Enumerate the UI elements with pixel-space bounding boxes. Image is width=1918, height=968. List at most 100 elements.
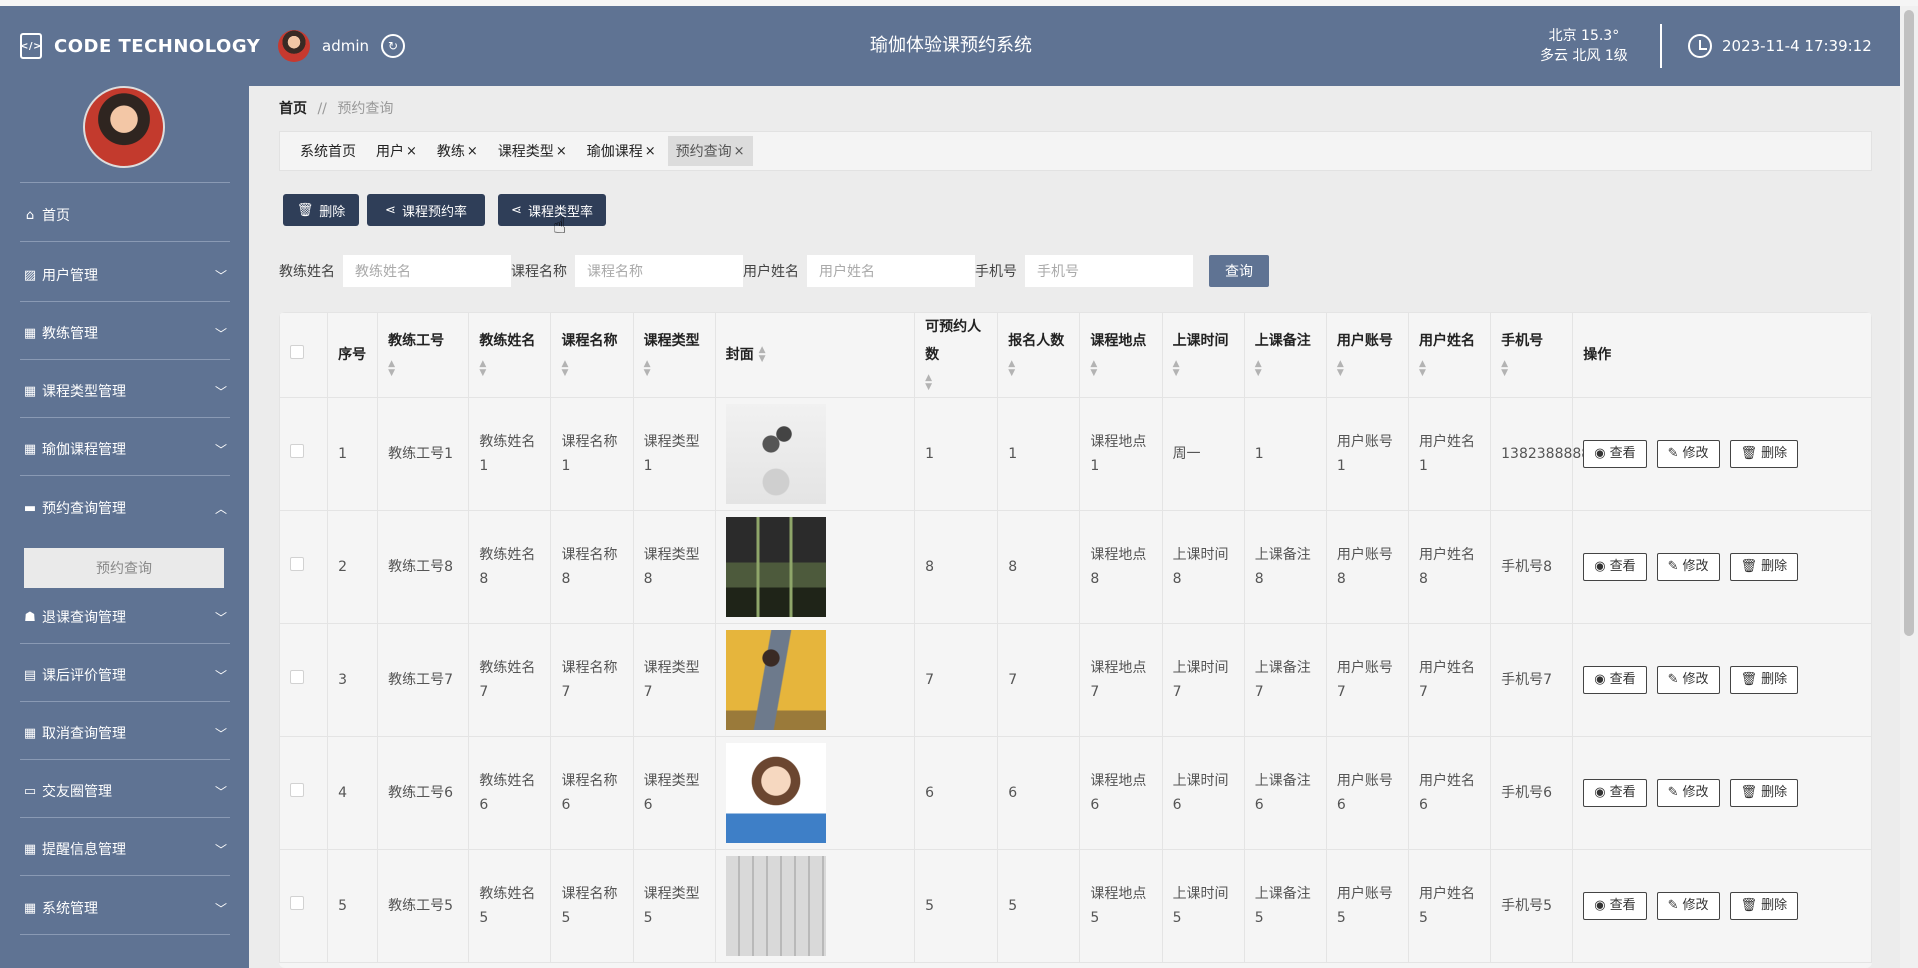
phone-input[interactable]: 手机号	[1025, 255, 1193, 287]
sort-icon[interactable]: ▲ ▼	[644, 360, 651, 378]
edit-button[interactable]: ✎ 修改	[1656, 553, 1720, 581]
sort-icon[interactable]: ▲ ▼	[1501, 360, 1508, 378]
cell-capacity: 1	[914, 397, 999, 511]
sort-icon[interactable]: ▲ ▼	[1337, 360, 1344, 378]
sidebar-item-withdrawals[interactable]: ☗ 退课查询管理 ﹀	[0, 597, 249, 637]
sidebar-item-social[interactable]: ▭ 交友圈管理 ﹀	[0, 771, 249, 811]
tab-course-types[interactable]: 课程类型 ×	[490, 136, 575, 166]
close-icon[interactable]: ×	[467, 144, 478, 159]
close-icon[interactable]: ×	[556, 144, 567, 159]
header-course-type[interactable]: 课程类型 ▲ ▼	[632, 312, 716, 398]
row-checkbox[interactable]	[290, 557, 304, 571]
close-icon[interactable]: ×	[645, 144, 656, 159]
row-checkbox[interactable]	[290, 783, 304, 797]
header-location[interactable]: 课程地点 ▲ ▼	[1079, 312, 1163, 398]
header-note[interactable]: 上课备注 ▲ ▼	[1243, 312, 1327, 398]
row-delete-button[interactable]: 🗑 删除	[1729, 892, 1799, 920]
header-time[interactable]: 上课时间 ▲ ▼	[1161, 312, 1245, 398]
datetime: 2023-11-4 17:39:12	[1722, 37, 1872, 55]
view-button[interactable]: ◉ 查看	[1583, 892, 1647, 920]
header-user-name[interactable]: 用户姓名 ▲ ▼	[1407, 312, 1492, 398]
row-delete-button[interactable]: 🗑 删除	[1729, 553, 1799, 581]
sidebar-item-reminders[interactable]: ▦ 提醒信息管理 ﹀	[0, 829, 249, 869]
tab-coaches[interactable]: 教练 ×	[429, 136, 486, 166]
header-phone[interactable]: 手机号 ▲ ▼	[1490, 312, 1574, 398]
row-actions: ◉ 查看 ✎ 修改 🗑 删除	[1583, 440, 1861, 468]
weather-line-1: 北京 15.3°	[1548, 28, 1620, 44]
sidebar-item-cancellations[interactable]: ▦ 取消查询管理 ﹀	[0, 713, 249, 753]
row-checkbox[interactable]	[290, 444, 304, 458]
cell-location: 课程地点1	[1079, 397, 1163, 511]
view-button[interactable]: ◉ 查看	[1583, 779, 1647, 807]
tab-users[interactable]: 用户 ×	[368, 136, 425, 166]
tab-yoga-courses[interactable]: 瑜伽课程 ×	[579, 136, 664, 166]
header-cover[interactable]: 封面 ▲ ▼	[714, 312, 916, 398]
header-coach-name[interactable]: 教练姓名 ▲ ▼	[468, 312, 552, 398]
sidebar-item-bookings[interactable]: ▬ 预约查询管理 ︿	[0, 488, 249, 528]
row-delete-button[interactable]: 🗑 删除	[1729, 666, 1799, 694]
sidebar-subitem-booking-query[interactable]: 预约查询	[24, 548, 224, 588]
search-button[interactable]: 查询	[1209, 255, 1269, 287]
view-button[interactable]: ◉ 查看	[1583, 666, 1647, 694]
edit-button[interactable]: ✎ 修改	[1656, 892, 1720, 920]
avatar[interactable]	[278, 30, 310, 62]
coach-name-input[interactable]: 教练姓名	[343, 255, 511, 287]
share-icon: ⋖	[511, 202, 522, 218]
username[interactable]: admin	[322, 37, 369, 55]
sort-icon[interactable]: ▲ ▼	[561, 360, 568, 378]
course-name-input[interactable]: 课程名称	[575, 255, 743, 287]
header-coach-id[interactable]: 教练工号 ▲ ▼	[377, 312, 470, 398]
sidebar-item-yoga-courses[interactable]: ▦ 瑜伽课程管理 ﹀	[0, 429, 249, 469]
weather-line-2: 多云 北风 1级	[1540, 48, 1628, 64]
header-capacity[interactable]: 可预约人数 ▲ ▼	[914, 312, 999, 398]
breadcrumb-home[interactable]: 首页	[279, 101, 307, 117]
cell-ops: ◉ 查看 ✎ 修改 🗑 删除	[1572, 510, 1872, 624]
row-delete-button[interactable]: 🗑 删除	[1729, 779, 1799, 807]
view-button[interactable]: ◉ 查看	[1583, 440, 1647, 468]
select-all-checkbox[interactable]	[290, 345, 304, 359]
cell-user-name: 用户姓名8	[1407, 510, 1492, 624]
edit-button[interactable]: ✎ 修改	[1656, 666, 1720, 694]
sort-icon[interactable]: ▲ ▼	[1090, 360, 1097, 378]
edit-label: 修改	[1682, 446, 1709, 461]
user-info[interactable]: admin ↻	[278, 6, 405, 86]
sidebar-item-system[interactable]: ▦ 系统管理 ﹀	[0, 888, 249, 928]
row-checkbox[interactable]	[290, 896, 304, 910]
header-course-name[interactable]: 课程名称 ▲ ▼	[550, 312, 634, 398]
sidebar-item-reviews[interactable]: ▤ 课后评价管理 ﹀	[0, 655, 249, 695]
sort-icon[interactable]: ▲ ▼	[1173, 360, 1180, 378]
header-account[interactable]: 用户账号 ▲ ▼	[1325, 312, 1409, 398]
tab-booking-query[interactable]: 预约查询 ×	[667, 136, 753, 166]
row-checkbox[interactable]	[290, 670, 304, 684]
close-icon[interactable]: ×	[734, 144, 745, 159]
sort-icon[interactable]: ▲ ▼	[479, 360, 486, 378]
page-scrollbar[interactable]	[1900, 6, 1918, 968]
sort-icon[interactable]: ▲ ▼	[388, 360, 395, 378]
delete-button[interactable]: 🗑 删除	[283, 194, 359, 226]
sidebar-item-users[interactable]: ▨ 用户管理 ﹀	[0, 255, 249, 295]
sort-icon[interactable]: ▲ ▼	[925, 374, 932, 392]
scrollbar-thumb[interactable]	[1904, 10, 1914, 636]
tab-home[interactable]: 系统首页	[292, 136, 364, 166]
sort-icon[interactable]: ▲ ▼	[1008, 360, 1015, 378]
type-rate-button[interactable]: ⋖ 课程类型率	[498, 194, 606, 226]
edit-button[interactable]: ✎ 修改	[1656, 440, 1720, 468]
thumb-icon: ☗	[24, 609, 36, 625]
edit-button[interactable]: ✎ 修改	[1656, 779, 1720, 807]
sidebar-item-home[interactable]: ⌂ 首页	[0, 195, 249, 235]
row-delete-button[interactable]: 🗑 删除	[1729, 440, 1799, 468]
sort-icon[interactable]: ▲ ▼	[1255, 360, 1262, 378]
header-signed[interactable]: 报名人数 ▲ ▼	[997, 312, 1081, 398]
user-name-input[interactable]: 用户姓名	[807, 255, 975, 287]
sidebar-item-coaches[interactable]: ▦ 教练管理 ﹀	[0, 313, 249, 353]
sidebar-item-course-types[interactable]: ▦ 课程类型管理 ﹀	[0, 371, 249, 411]
sort-icon[interactable]: ▲ ▼	[1419, 360, 1426, 378]
table-row: 4 教练工号6 教练姓名6 课程名称6 课程类型6 6 6 课程地点6 上课时间…	[279, 736, 1872, 850]
view-button[interactable]: ◉ 查看	[1583, 553, 1647, 581]
booking-rate-button[interactable]: ⋖ 课程预约率	[367, 194, 485, 226]
clock-icon	[1688, 34, 1712, 58]
tab-label: 瑜伽课程	[586, 144, 643, 160]
refresh-icon[interactable]: ↻	[381, 34, 405, 58]
close-icon[interactable]: ×	[406, 144, 417, 159]
sort-icon[interactable]: ▲ ▼	[759, 346, 766, 364]
